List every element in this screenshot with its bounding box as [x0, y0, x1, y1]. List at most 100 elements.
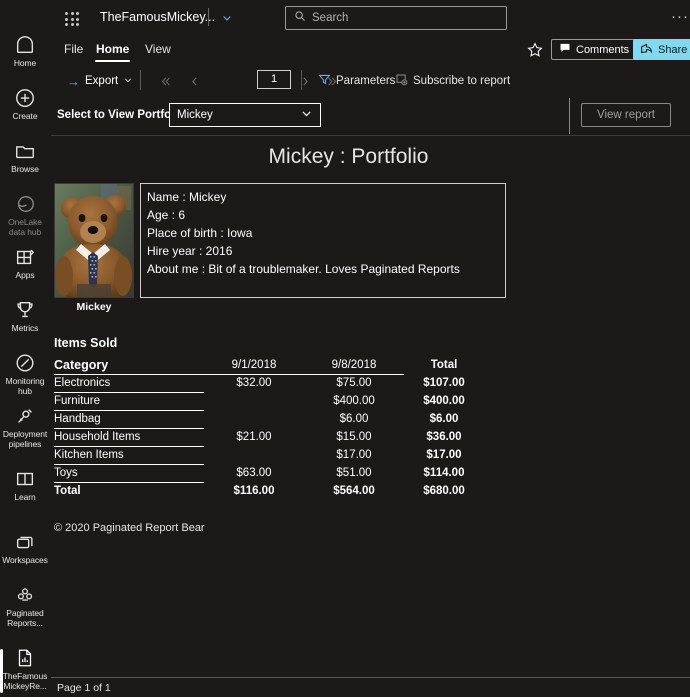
cell-date-2: $400.00 [333, 395, 375, 407]
profile-details-box: Name : Mickey Age : 6 Place of birth : I… [140, 183, 506, 298]
column-header-category: Category [54, 356, 204, 375]
app-title: TheFamousMickey... [100, 10, 216, 24]
cell-category: Electronics [54, 374, 204, 393]
profile-line-about: About me : Bit of a troublemaker. Loves … [147, 262, 460, 276]
sidebar-item-apps[interactable]: Apps [0, 246, 51, 290]
cell-category: Toys [54, 464, 204, 483]
sidebar-item-label: Metrics [11, 323, 39, 333]
cell-date-2: $564.00 [333, 485, 375, 497]
report-title: Mickey : Portfolio [268, 145, 429, 168]
items-sold-table: Category 9/1/2018 9/8/2018 Total Electro… [54, 356, 484, 500]
comment-icon [559, 42, 571, 57]
chevron-down-icon[interactable] [219, 10, 235, 26]
cell-date-2: $51.00 [336, 467, 372, 479]
monitoring-gauge-icon [14, 352, 36, 374]
sidebar-item-label: Deployment pipelines [2, 429, 48, 449]
sidebar-item-label: Paginated Reports... [6, 608, 44, 628]
cell-category: Handbag [54, 410, 204, 429]
portfolio-selected-value: Mickey [177, 109, 213, 121]
parameters-label: Parameters [336, 75, 396, 87]
next-page-icon[interactable] [295, 71, 315, 91]
cell-date-2: $75.00 [336, 377, 372, 390]
share-icon [640, 42, 653, 58]
cell-category: Total [54, 485, 81, 498]
table-row: Electronics $32.00 $75.00 $107.00 [54, 374, 484, 393]
table-total-row: Total $116.00 $564.00 $680.00 [54, 482, 484, 500]
workspaces-icon [14, 531, 36, 553]
status-bar: Page 1 of 1 [51, 677, 690, 697]
report-document-icon [14, 647, 36, 669]
profile-line-name: Name : Mickey [147, 190, 227, 204]
cell-date-1 [204, 392, 304, 410]
star-icon[interactable] [526, 41, 546, 61]
comments-button[interactable]: Comments [551, 39, 638, 60]
photo-caption: Mickey [76, 301, 112, 313]
cell-total: $114.00 [423, 467, 465, 479]
command-divider-1 [140, 70, 141, 90]
cell-date-2: $6.00 [339, 413, 369, 425]
search-placeholder: Search [312, 12, 349, 24]
tab-home[interactable]: Home [91, 39, 134, 62]
sidebar-item-home[interactable]: Home [0, 34, 51, 78]
export-button[interactable]: → Export [63, 70, 137, 92]
sidebar-item-metrics[interactable]: Metrics [0, 299, 51, 343]
portfolio-select[interactable]: Mickey [169, 103, 321, 127]
chevron-down-icon [300, 107, 313, 123]
report-copyright: © 2020 Paginated Report Bear [54, 522, 205, 534]
cell-category: Furniture [54, 392, 204, 411]
chevron-down-icon [123, 75, 133, 88]
view-report-button[interactable]: View report [581, 103, 671, 127]
sidebar-item-label: Apps [15, 270, 35, 280]
page-number-input[interactable]: 1 [257, 70, 291, 89]
sidebar-item-learn[interactable]: Learn [0, 468, 51, 512]
parameters-button[interactable]: Parameters [314, 70, 399, 92]
sidebar-item-onelake-data-hub[interactable]: OneLake data hub [0, 193, 51, 237]
subscribe-to-report-button[interactable]: Subscribe to report [391, 70, 514, 92]
sidebar-item-label: Monitoring hub [5, 376, 45, 396]
sidebar-item-create[interactable]: Create [0, 87, 51, 131]
profile-line-hireyear: Hire year : 2016 [147, 244, 233, 258]
more-options-button[interactable]: ··· [671, 9, 689, 24]
page-status-label: Page 1 of 1 [57, 682, 111, 694]
apps-grid-icon [14, 246, 36, 268]
cell-category: Kitchen Items [54, 446, 204, 465]
parameter-bar: Select to View Portfolio Mickey View rep… [51, 96, 690, 136]
sidebar-item-paginated-reports[interactable]: Paginated Reports... [0, 584, 51, 628]
parameter-divider [569, 98, 570, 134]
sidebar-item-deployment-pipelines[interactable]: Deployment pipelines [0, 405, 51, 449]
table-row: Handbag $6.00 $6.00 [54, 410, 484, 429]
previous-page-icon[interactable] [184, 71, 204, 91]
home-icon [14, 34, 36, 56]
share-button[interactable]: Share [633, 39, 690, 60]
tab-file[interactable]: File [59, 39, 88, 59]
table-header-row: Category 9/1/2018 9/8/2018 Total [54, 356, 484, 375]
sidebar-item-browse[interactable]: Browse [0, 140, 51, 184]
cell-total: $36.00 [426, 431, 462, 443]
search-input[interactable]: Search [285, 6, 507, 30]
sidebar-item-thefamous-mickey-report[interactable]: TheFamous MickeyRe... [0, 647, 51, 693]
cell-date-1 [204, 446, 304, 464]
title-divider [208, 8, 209, 26]
deployment-pipelines-icon [14, 405, 36, 427]
paginated-reports-icon [14, 584, 36, 606]
cell-date-2: $17.00 [336, 449, 372, 461]
portfolio-parameter-label: Select to View Portfolio [57, 109, 185, 121]
waffle-grid-icon[interactable] [61, 8, 83, 30]
table-row: Kitchen Items $17.00 $17.00 [54, 446, 484, 465]
column-header-total: Total [430, 359, 458, 371]
first-page-icon[interactable] [154, 71, 174, 91]
sidebar-item-label: Workspaces [2, 555, 48, 565]
column-header-date-2: 9/8/2018 [304, 356, 404, 375]
sidebar-item-label: Browse [11, 164, 39, 174]
cell-total: $400.00 [423, 395, 465, 407]
sidebar-item-monitoring-hub[interactable]: Monitoring hub [0, 352, 51, 396]
sidebar-item-label: Create [12, 111, 38, 121]
cell-date-1: $21.00 [236, 431, 272, 443]
subscribe-icon [395, 73, 408, 89]
sidebar-item-workspaces[interactable]: Workspaces [0, 531, 51, 575]
cell-total: $680.00 [423, 485, 465, 497]
onelake-icon [14, 193, 36, 215]
profile-line-birth: Place of birth : Iowa [147, 226, 253, 240]
tab-view[interactable]: View [140, 39, 176, 59]
table-row: Toys $63.00 $51.00 $114.00 [54, 464, 484, 483]
